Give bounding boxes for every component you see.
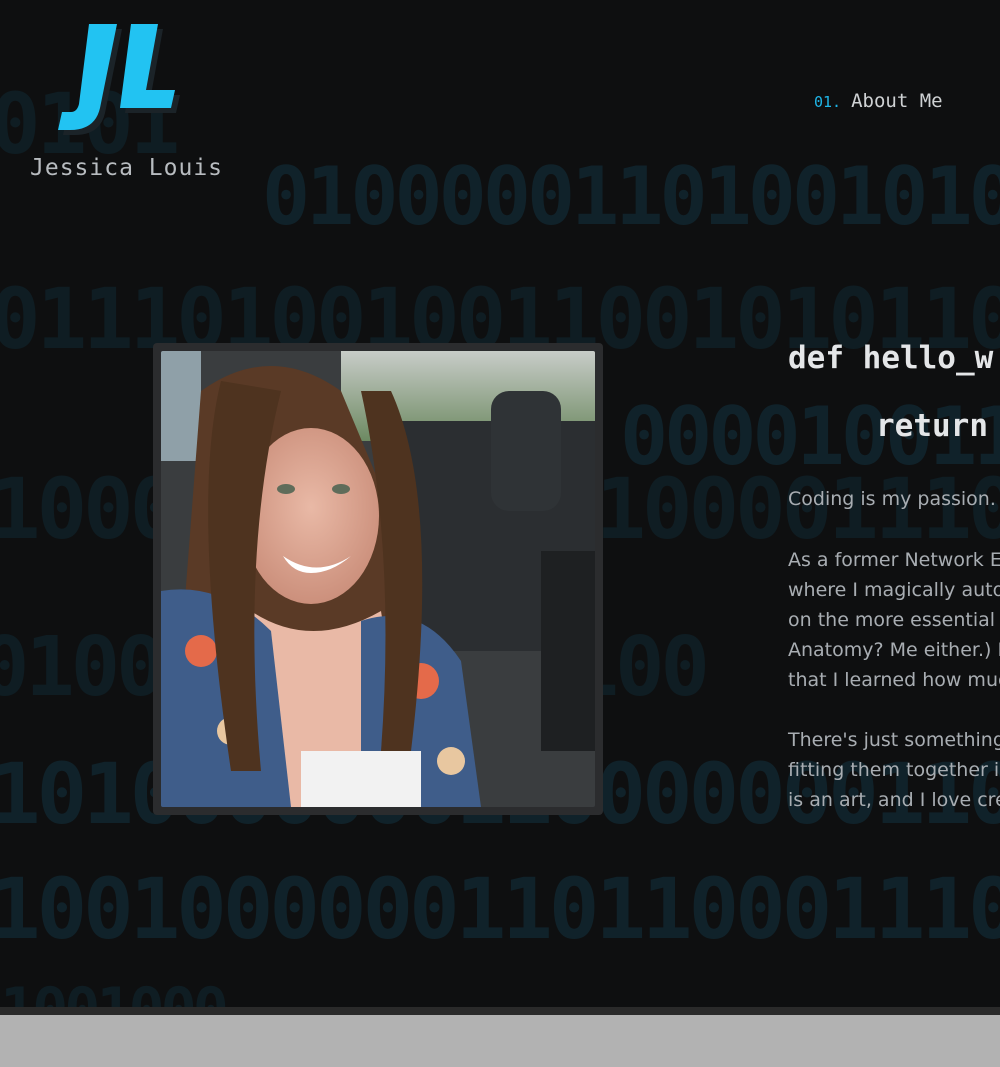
nav-item-label[interactable]: About Me <box>851 90 943 112</box>
portrait-image <box>161 351 595 807</box>
binary-row: 01000001101001010 <box>262 150 1000 243</box>
paragraph-line: Anatomy? Me either.) It <box>788 639 1000 661</box>
brand-name: Jessica Louis <box>30 155 224 181</box>
nav-item-number: 01. <box>814 93 842 111</box>
paragraph-line: There's just something <box>788 729 1000 751</box>
paragraph-line: that I learned how much <box>788 669 1000 691</box>
code-heading-line1: def hello_w <box>788 340 994 376</box>
scrollbar-track[interactable] <box>0 1007 1000 1015</box>
about-paragraph: As a former Network En where I magically… <box>788 545 1000 695</box>
paragraph-line: on the more essential th <box>788 609 1000 631</box>
intro-paragraph: Coding is my passion. <box>788 488 996 510</box>
binary-row: 1001000000110110001110 <box>0 860 1000 958</box>
paragraph-line: As a former Network En <box>788 549 1000 571</box>
jl-logo-icon <box>58 24 180 135</box>
paragraph-line: fitting them together in <box>788 759 1000 781</box>
paragraph-line: is an art, and I love crea <box>788 789 1000 811</box>
closing-paragraph: There's just something fitting them toge… <box>788 725 1000 815</box>
logo-link[interactable] <box>55 18 185 138</box>
nav-item-about-me[interactable]: 01. About Me <box>814 90 943 112</box>
portrait-photo <box>161 351 595 807</box>
photo-frame <box>153 343 603 815</box>
code-heading-line2: return <box>876 408 988 444</box>
page: 0101 01000001101001010 01110100100110010… <box>0 0 1000 1007</box>
binary-row: 1001000 <box>0 975 229 1007</box>
paragraph-line: where I magically auton <box>788 579 1000 601</box>
horizontal-scrollbar[interactable] <box>0 1007 1000 1067</box>
